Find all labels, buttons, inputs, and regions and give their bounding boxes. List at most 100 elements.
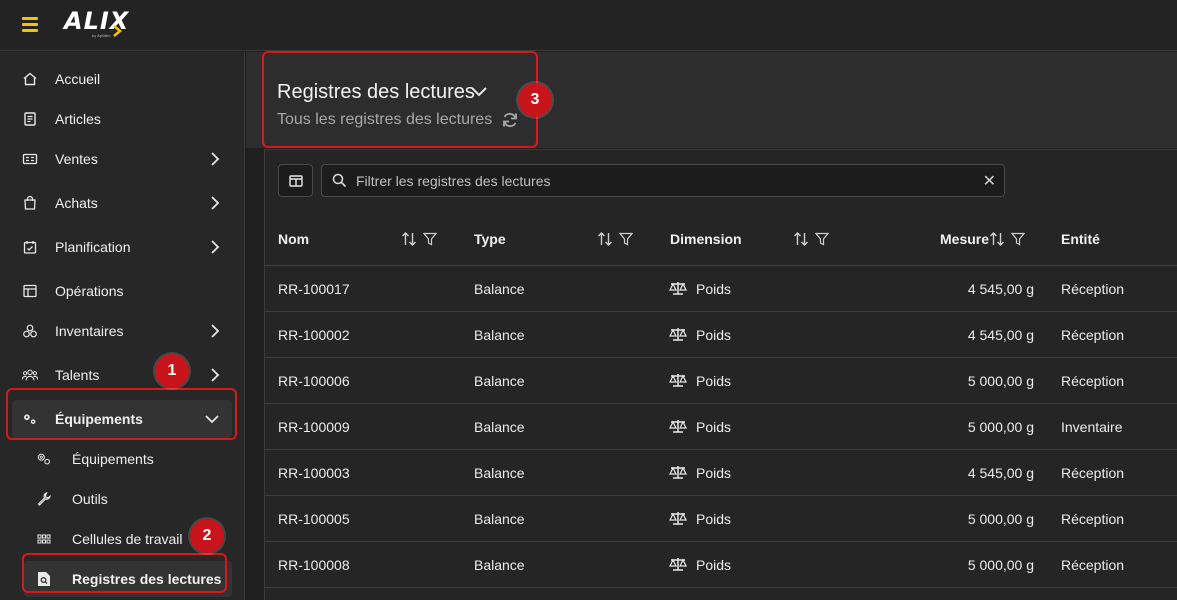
column-header-nom[interactable]: Nom	[278, 231, 309, 247]
cell-nom: RR-100006	[278, 373, 350, 389]
sidebar-item-label: Ventes	[55, 151, 98, 167]
filter-icon[interactable]	[815, 232, 829, 246]
cell-mesure: 5 000,00 g	[967, 557, 1034, 573]
filter-icon[interactable]	[619, 232, 633, 246]
table-row[interactable]: RR-100017 Balance Poids 4 545,00 g Récep…	[264, 266, 1177, 312]
sidebar-item-label: Achats	[55, 195, 98, 211]
sidebar-item-inventaires[interactable]: Inventaires	[12, 312, 232, 350]
sort-icon[interactable]	[401, 231, 417, 247]
hamburger-menu-icon[interactable]	[20, 14, 42, 34]
cell-entite: Réception	[1061, 465, 1125, 481]
scale-icon	[669, 420, 687, 433]
search-icon	[332, 173, 347, 188]
cell-nom: RR-100003	[278, 465, 350, 481]
cell-mesure: 4 545,00 g	[967, 327, 1034, 343]
table-row[interactable]: RR-100005 Balance Poids 5 000,00 g Récep…	[264, 496, 1177, 542]
table-row[interactable]: RR-100003 Balance Poids 4 545,00 g Récep…	[264, 450, 1177, 496]
annotation-badge-2: 2	[190, 519, 224, 553]
cell-nom: RR-100008	[278, 557, 350, 573]
cell-type: Balance	[474, 557, 525, 573]
calendar-icon	[22, 239, 38, 255]
sidebar-item-label: Articles	[55, 111, 101, 127]
column-header-mesure[interactable]: Mesure	[940, 231, 989, 247]
sidebar-item-label: Accueil	[55, 71, 101, 87]
scale-icon	[669, 374, 687, 387]
scale-icon	[669, 282, 687, 295]
cell-type: Balance	[474, 511, 525, 527]
home-icon	[22, 71, 38, 87]
chevron-right-icon	[211, 196, 220, 210]
cell-nom: RR-100002	[278, 327, 350, 343]
app-logo[interactable]: ALIX by Apliden	[64, 7, 129, 41]
cell-dimension: Poids	[696, 373, 732, 389]
column-header-dimension[interactable]: Dimension	[670, 231, 742, 247]
cell-dimension: Poids	[696, 327, 732, 343]
column-header-type[interactable]: Type	[474, 231, 506, 247]
wrench-icon	[36, 491, 52, 507]
annotation-highlight-registres	[22, 553, 227, 593]
cell-entite: Réception	[1061, 373, 1125, 389]
cell-entite: Réception	[1061, 557, 1125, 573]
grid-dots-icon	[36, 531, 52, 547]
cell-mesure: 5 000,00 g	[967, 511, 1034, 527]
table-row[interactable]: RR-100006 Balance Poids 5 000,00 g Récep…	[264, 358, 1177, 404]
articles-icon	[22, 111, 38, 127]
annotation-highlight-equipements	[6, 388, 237, 440]
annotation-badge-3: 3	[518, 83, 552, 117]
sidebar-subitem-equipements[interactable]: Équipements	[24, 441, 232, 477]
annotation-highlight-title	[262, 51, 538, 148]
users-icon	[22, 367, 38, 383]
cell-mesure: 4 545,00 g	[967, 465, 1034, 481]
filter-field[interactable]: ✕	[321, 164, 1005, 197]
table-row[interactable]: RR-100008 Balance Poids 5 000,00 g Récep…	[264, 542, 1177, 588]
sidebar-item-ventes[interactable]: Ventes	[12, 140, 232, 178]
cell-nom: RR-100009	[278, 419, 350, 435]
sidebar-subitem-label: Cellules de travail	[72, 531, 183, 547]
sidebar-item-achats[interactable]: Achats	[12, 184, 232, 222]
cell-entite: Réception	[1061, 511, 1125, 527]
cell-dimension: Poids	[696, 557, 732, 573]
logo-subtext: by Apliden	[92, 33, 111, 38]
column-tools-type	[597, 231, 633, 247]
filter-icon[interactable]	[1011, 232, 1025, 246]
cell-type: Balance	[474, 419, 525, 435]
cell-dimension: Poids	[696, 419, 732, 435]
cell-entite: Réception	[1061, 281, 1125, 297]
table-row[interactable]: RR-100002 Balance Poids 4 545,00 g Récep…	[264, 312, 1177, 358]
sidebar-subitem-label: Équipements	[72, 451, 154, 467]
sidebar-item-operations[interactable]: Opérations	[12, 272, 232, 310]
table-row[interactable]: RR-100009 Balance Poids 5 000,00 g Inven…	[264, 404, 1177, 450]
cell-type: Balance	[474, 465, 525, 481]
scale-icon	[669, 328, 687, 341]
sidebar-item-planification[interactable]: Planification	[12, 228, 232, 266]
cell-entite: Inventaire	[1061, 419, 1123, 435]
column-toggle-button[interactable]	[278, 164, 313, 197]
annotation-badge-1: 1	[155, 354, 189, 388]
cell-entite: Réception	[1061, 327, 1125, 343]
sidebar-subitem-outils[interactable]: Outils	[24, 481, 232, 517]
columns-icon	[288, 174, 303, 187]
filter-icon[interactable]	[423, 232, 437, 246]
chevron-right-icon	[211, 240, 220, 254]
cell-mesure: 5 000,00 g	[967, 419, 1034, 435]
sort-icon[interactable]	[597, 231, 613, 247]
operations-icon	[22, 283, 38, 299]
sidebar-item-label: Talents	[55, 367, 100, 383]
sidebar-item-articles[interactable]: Articles	[12, 100, 232, 138]
column-tools-dimension	[793, 231, 829, 247]
cell-mesure: 4 545,00 g	[967, 281, 1034, 297]
sidebar-item-accueil[interactable]: Accueil	[12, 60, 232, 98]
cell-dimension: Poids	[696, 281, 732, 297]
cell-type: Balance	[474, 281, 525, 297]
cell-dimension: Poids	[696, 511, 732, 527]
sort-icon[interactable]	[989, 231, 1005, 247]
filter-input[interactable]	[356, 165, 976, 196]
sidebar-item-label: Planification	[55, 239, 131, 255]
column-header-entite[interactable]: Entité	[1061, 231, 1100, 247]
sales-icon	[22, 151, 38, 167]
sidebar-item-label: Inventaires	[55, 323, 124, 339]
sort-icon[interactable]	[793, 231, 809, 247]
sidebar-subitem-label: Outils	[72, 491, 108, 507]
logo-arrow-icon	[113, 25, 122, 37]
close-icon[interactable]: ✕	[983, 171, 996, 191]
